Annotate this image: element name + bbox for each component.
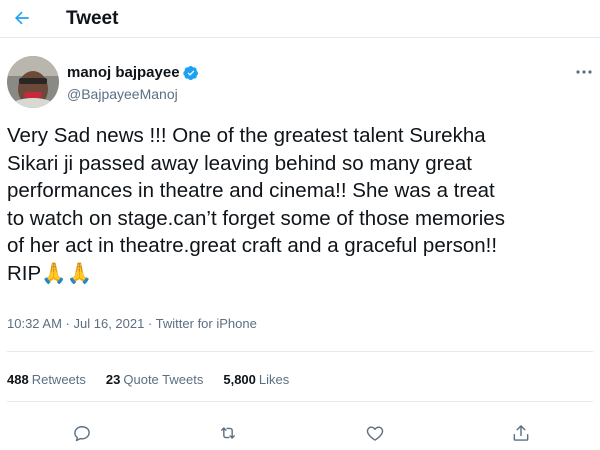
divider (7, 401, 593, 402)
tweet-time[interactable]: 10:32 AM (7, 316, 62, 331)
more-options-button[interactable] (574, 64, 594, 80)
share-button[interactable] (506, 418, 536, 448)
author-display-name[interactable]: manoj bajpayee (67, 64, 180, 81)
retweets-label: Retweets (31, 372, 86, 387)
meta-separator: · (144, 316, 156, 331)
back-button[interactable] (8, 4, 36, 32)
avatar-image (7, 56, 59, 108)
like-button[interactable] (360, 418, 390, 448)
retweets-stat[interactable]: 488 Retweets (7, 372, 86, 387)
likes-stat[interactable]: 5,800 Likes (223, 372, 289, 387)
verified-badge-icon (182, 65, 198, 80)
heart-icon (366, 426, 384, 441)
avatar[interactable] (7, 56, 59, 108)
retweet-button[interactable] (213, 418, 243, 448)
top-bar: Tweet (0, 0, 600, 38)
meta-separator: · (61, 316, 74, 331)
likes-count: 5,800 (223, 372, 256, 387)
quote-tweets-stat[interactable]: 23 Quote Tweets (106, 372, 203, 387)
tweet-stats: 488 Retweets 23 Quote Tweets 5,800 Likes (7, 372, 309, 387)
tweet-actions (0, 418, 600, 448)
tweet-meta: 10:32 AM · Jul 16, 2021 · Twitter for iP… (7, 316, 257, 331)
reply-button[interactable] (67, 418, 97, 448)
tweet-source[interactable]: Twitter for iPhone (156, 316, 257, 331)
retweet-icon (221, 427, 235, 439)
divider (7, 351, 593, 352)
author-name-row: manoj bajpayee (67, 64, 199, 81)
author-handle[interactable]: @BajpayeeManoj (67, 86, 178, 102)
more-dots-icon (576, 70, 592, 74)
share-icon (513, 425, 529, 441)
retweets-count: 488 (7, 372, 29, 387)
likes-label: Likes (258, 372, 290, 387)
tweet-text: Very Sad news !!! One of the greatest ta… (7, 124, 505, 285)
quote-tweets-label: Quote Tweets (123, 372, 204, 387)
arrow-left-icon (15, 11, 29, 25)
reply-icon (74, 426, 90, 442)
tweet-date[interactable]: Jul 16, 2021 (74, 316, 145, 331)
page-title: Tweet (66, 8, 119, 29)
quote-tweets-count: 23 (105, 372, 121, 387)
